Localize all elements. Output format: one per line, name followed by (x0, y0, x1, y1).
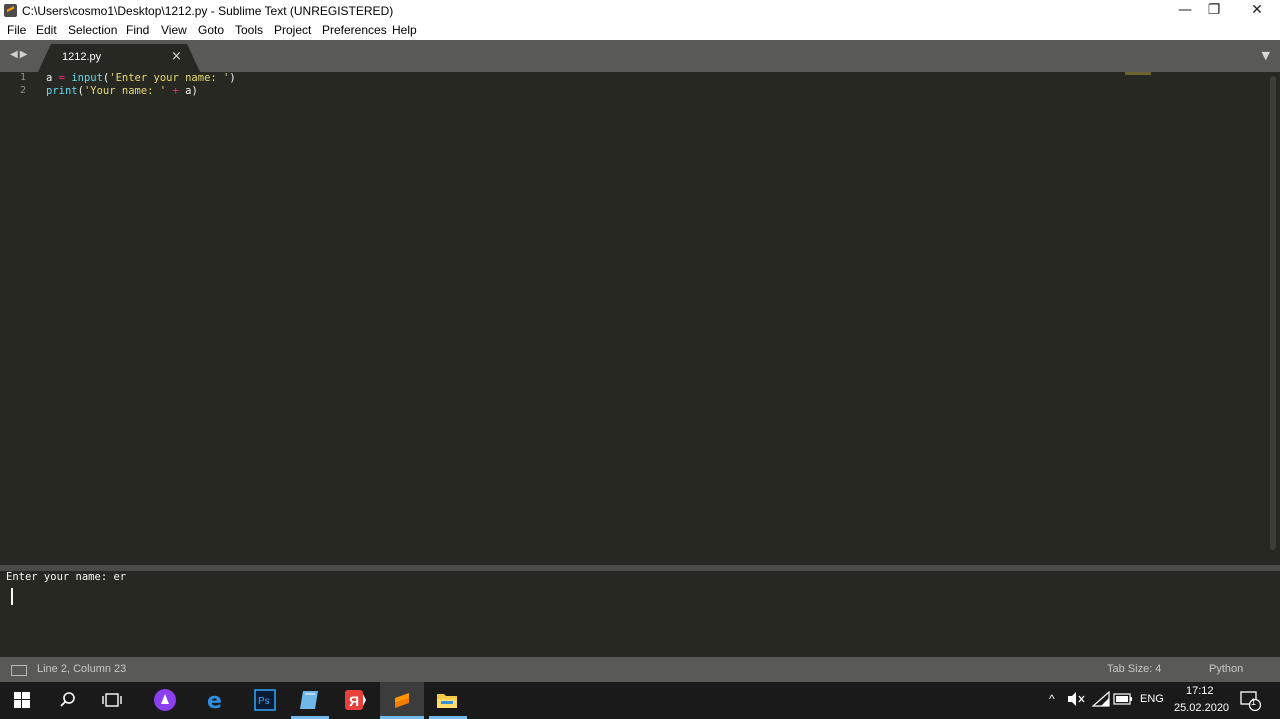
notes-icon[interactable] (297, 688, 321, 712)
menu-bar: File Edit Selection Find View Goto Tools… (0, 21, 1280, 40)
token-paren: ) (191, 85, 198, 97)
cursor-position: Line 2, Column 23 (37, 663, 127, 675)
sublime-text-icon (4, 4, 17, 17)
battery-icon[interactable] (1112, 689, 1134, 709)
line-number: 1 (19, 72, 26, 83)
token-function: print (46, 85, 78, 97)
tab-label: 1212.py (62, 51, 102, 63)
window-title-bar: C:\Users\cosmo1\Desktop\1212.py - Sublim… (0, 0, 1280, 21)
notification-center-icon[interactable] (1238, 688, 1262, 712)
status-bar: Line 2, Column 23 Tab Size: 4 Python (0, 657, 1280, 682)
line-number: 2 (19, 85, 26, 96)
yandex-browser-icon[interactable]: Я (343, 688, 367, 712)
build-output-panel[interactable]: Enter your name: er (2, 571, 1278, 655)
clock-date[interactable]: 25.02.2020 (1174, 702, 1229, 714)
menu-goto[interactable]: Goto (198, 23, 224, 37)
tab-1212-py[interactable]: 1212.py × (38, 44, 200, 72)
menu-project[interactable]: Project (274, 23, 311, 37)
code-editor[interactable]: 1 2 a = input('Enter your name: ') print… (0, 72, 1280, 565)
menu-view[interactable]: View (161, 23, 187, 37)
token-string: 'Enter your name: ' (109, 72, 230, 84)
menu-edit[interactable]: Edit (36, 23, 57, 37)
token-paren: ) (229, 72, 236, 84)
svg-text:e: e (207, 689, 222, 712)
tab-dropdown-icon[interactable]: ▼ (1262, 49, 1270, 62)
svg-text:Я: Я (349, 693, 359, 709)
edge-icon[interactable]: e (205, 688, 229, 712)
code-line-2: print('Your name: ' + a) (46, 85, 198, 97)
volume-muted-icon[interactable] (1066, 689, 1086, 709)
search-icon[interactable] (56, 688, 80, 712)
code-line-1: a = input('Enter your name: ') (46, 72, 236, 84)
input-language[interactable]: ENG (1140, 693, 1164, 705)
minimap[interactable] (1125, 72, 1151, 75)
menu-file[interactable]: File (7, 23, 26, 37)
tray-overflow-icon[interactable]: ^ (1049, 692, 1055, 706)
panel-toggle-icon[interactable] (11, 665, 27, 676)
output-text: Enter your name: er (6, 571, 127, 583)
tab-bar: ◀▶ 1212.py × ▼ (0, 40, 1280, 72)
tab-nav-arrows[interactable]: ◀▶ (10, 49, 29, 60)
clock-time[interactable]: 17:12 (1186, 685, 1214, 697)
editor-scrollbar[interactable] (1270, 76, 1276, 550)
text-cursor (11, 588, 13, 605)
menu-find[interactable]: Find (126, 23, 149, 37)
task-view-icon[interactable] (100, 688, 124, 712)
token-string: 'Your name: ' (83, 85, 167, 97)
photoshop-icon[interactable]: Ps (253, 688, 277, 712)
wifi-icon[interactable] (1091, 689, 1111, 709)
menu-selection[interactable]: Selection (68, 23, 117, 37)
file-explorer-icon[interactable] (435, 688, 459, 712)
tab-size[interactable]: Tab Size: 4 (1107, 663, 1161, 675)
tab-close-icon[interactable]: × (171, 49, 182, 64)
windows-taskbar: e Ps Я ^ ENG 17:12 25.02.2020 1 (0, 682, 1280, 719)
window-title: C:\Users\cosmo1\Desktop\1212.py - Sublim… (22, 4, 394, 18)
menu-tools[interactable]: Tools (235, 23, 263, 37)
menu-help[interactable]: Help (392, 23, 417, 37)
syntax-selector[interactable]: Python (1209, 663, 1243, 675)
token-function: input (71, 72, 103, 84)
start-icon[interactable] (10, 688, 34, 712)
token-operator: + (172, 85, 179, 97)
sublime-text-icon[interactable] (390, 688, 414, 712)
svg-text:Ps: Ps (258, 696, 270, 707)
token-variable: a (46, 72, 53, 84)
notification-count: 1 (1251, 697, 1257, 707)
menu-preferences[interactable]: Preferences (322, 23, 387, 37)
token-operator: = (58, 72, 65, 84)
alice-icon[interactable] (153, 688, 177, 712)
close-button[interactable]: ✕ (1236, 0, 1278, 21)
restore-button[interactable]: ❐ (1193, 0, 1235, 21)
